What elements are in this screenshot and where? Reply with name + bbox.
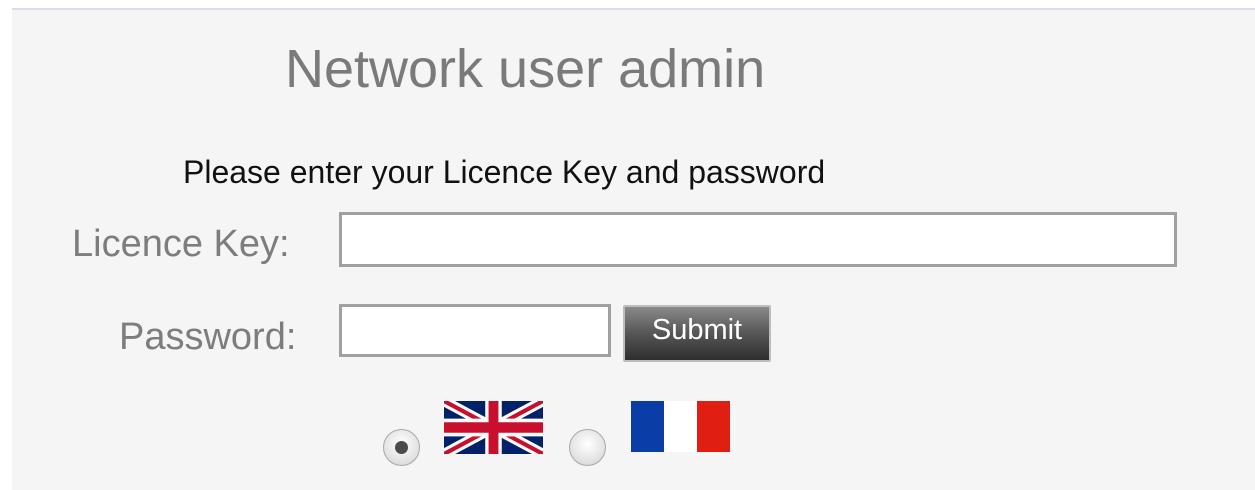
licence-key-input[interactable] xyxy=(339,212,1177,267)
page-title: Network user admin xyxy=(285,39,766,99)
submit-button[interactable]: Submit xyxy=(623,305,771,362)
instruction-text: Please enter your Licence Key and passwo… xyxy=(183,154,826,190)
licence-key-label: Licence Key: xyxy=(72,223,290,265)
uk-flag-icon[interactable] xyxy=(444,401,543,454)
language-radio-english[interactable] xyxy=(383,429,420,466)
password-label: Password: xyxy=(119,316,297,358)
login-panel: Network user admin Please enter your Lic… xyxy=(12,8,1255,490)
language-radio-french[interactable] xyxy=(569,429,606,466)
radio-selected-dot xyxy=(395,441,408,454)
password-input[interactable] xyxy=(339,304,611,357)
france-flag-icon[interactable] xyxy=(631,401,730,452)
